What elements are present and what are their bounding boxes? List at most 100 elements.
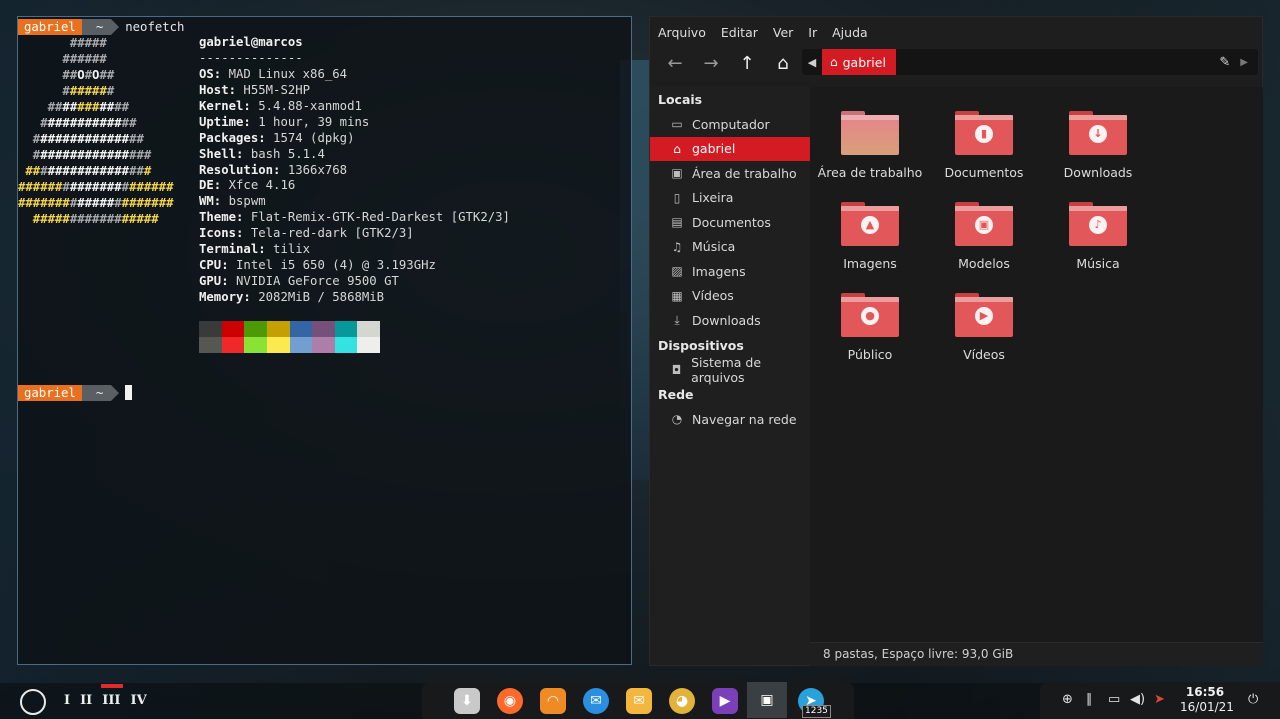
logo-line: #################: [18, 163, 188, 179]
info-key: Kernel:: [199, 98, 251, 113]
mail-icon[interactable]: ✉: [626, 688, 652, 714]
pidgin-icon[interactable]: ◕: [669, 688, 695, 714]
chevron-left-icon[interactable]: ◀: [802, 56, 822, 69]
volume-icon[interactable]: ◀): [1130, 692, 1145, 707]
palette-swatch: [289, 321, 313, 337]
folder-item[interactable]: ♪ Música: [1041, 188, 1155, 274]
sidebar-item-documentos[interactable]: ▤ Documentos: [650, 210, 810, 235]
sidebar-item-downloads[interactable]: ⤓ Downloads: [650, 308, 810, 333]
folder-label: Documentos: [944, 165, 1024, 180]
info-row: Resolution: 1366x768: [199, 163, 510, 179]
sidebar-item-imagens[interactable]: ▨ Imagens: [650, 259, 810, 284]
add-icon[interactable]: ⊕: [1062, 692, 1073, 707]
logo-segment: #: [18, 148, 41, 162]
info-key: Terminal:: [199, 242, 266, 257]
home-icon: ⌂: [673, 141, 681, 156]
notification-icon[interactable]: ➤: [1154, 692, 1165, 707]
arrow-forward-icon[interactable]: →: [696, 49, 726, 77]
folder-item[interactable]: Área de trabalho: [813, 97, 927, 183]
sidebar-item-label: Área de trabalho: [692, 165, 797, 181]
prompt-command: neofetch: [125, 19, 185, 34]
logo-segment: ##: [99, 68, 115, 82]
logo-segment: #: [121, 180, 130, 194]
attach-icon[interactable]: ∥: [1086, 692, 1093, 707]
sidebar-item-música[interactable]: ♫ Música: [650, 235, 810, 260]
folder-item[interactable]: ▶ Vídeos: [927, 279, 1041, 365]
folder-label: Música: [1076, 256, 1120, 271]
folder-item[interactable]: ● Público: [813, 279, 927, 365]
clock[interactable]: 16:56 16/01/21: [1180, 685, 1234, 715]
sidebar-item-navegar-na-rede[interactable]: ◔ Navegar na rede: [650, 407, 810, 432]
logo-segment: ##: [129, 132, 144, 146]
location-bar[interactable]: ◀ ⌂ gabriel ✎ ▶: [802, 49, 1258, 75]
ascii-logo: ##### ###### ##O#O## ####### ###########…: [18, 35, 188, 227]
firefox-icon[interactable]: ◉: [497, 688, 523, 714]
prompt-user: gabriel: [18, 18, 90, 35]
thunderbird-icon[interactable]: ✉: [583, 688, 609, 714]
palette-swatch: [221, 321, 245, 337]
folder-label: Modelos: [958, 256, 1010, 271]
folder-item[interactable]: ↓ Downloads: [1041, 97, 1155, 183]
logo-segment: #: [62, 180, 70, 194]
logo-segment: #: [143, 164, 152, 178]
logo-line: ################: [18, 147, 188, 163]
power-icon[interactable]: ⏻: [1248, 692, 1258, 707]
logo-segment: #: [84, 68, 93, 82]
sidebar-item-label: Lixeira: [692, 190, 734, 206]
desktop-folder-icon: [841, 111, 899, 155]
arrow-back-icon[interactable]: ←: [660, 49, 690, 77]
launcher-icon[interactable]: [20, 689, 46, 715]
folder-label: Vídeos: [963, 347, 1005, 362]
sidebar-item-sistema-de-arquivos[interactable]: ◘ Sistema de arquivos: [650, 355, 810, 385]
edit-icon[interactable]: ✎: [1219, 55, 1230, 70]
sidebar-item-vídeos[interactable]: ▦ Vídeos: [650, 284, 810, 309]
terminal-prompt-active[interactable]: gabriel ~: [18, 384, 133, 401]
terminal-window[interactable]: gabriel ~ neofetch ##### ###### ##O#O## …: [17, 16, 632, 665]
terminal-icon[interactable]: ▣: [747, 682, 787, 718]
menu-editar[interactable]: Editar: [721, 25, 758, 40]
menu-ajuda[interactable]: Ajuda: [832, 25, 868, 40]
sidebar-item-lixeira[interactable]: ▯ Lixeira: [650, 186, 810, 211]
rss-icon[interactable]: ◠: [540, 688, 566, 714]
workspace-4[interactable]: IV: [131, 693, 147, 708]
folder-item[interactable]: ▣ Modelos: [927, 188, 1041, 274]
logo-line: #######: [18, 83, 188, 99]
home-icon[interactable]: ⌂: [768, 49, 798, 77]
logo-segment: #####: [121, 212, 159, 226]
downloads-folder-icon: ↓: [1069, 111, 1127, 155]
info-value: H55M-S2HP: [236, 82, 311, 97]
file-manager-window[interactable]: Arquivo Editar Ver Ir Ajuda ← → ↑ ⌂ ◀ ⌂ gabr…: [649, 16, 1263, 666]
download-icon: ⤓: [674, 312, 680, 327]
breadcrumb[interactable]: ⌂ gabriel: [822, 49, 896, 75]
arrow-up-icon[interactable]: ↑: [732, 49, 762, 77]
computer-icon: ▭: [671, 117, 683, 132]
logo-segment: ##: [99, 100, 115, 114]
info-key: Theme:: [199, 210, 244, 225]
chevron-right-icon[interactable]: ▶: [1240, 57, 1248, 68]
sidebar-item-área-de-trabalho[interactable]: ▣ Área de trabalho: [650, 161, 810, 186]
window-icon[interactable]: ▭: [1108, 692, 1120, 707]
folder-item[interactable]: ▲ Imagens: [813, 188, 927, 274]
workspace-1[interactable]: I: [64, 693, 70, 708]
workspace-2[interactable]: II: [80, 693, 92, 708]
logo-line: ######: [18, 51, 188, 67]
sidebar-item-computador[interactable]: ▭ Computador: [650, 112, 810, 137]
logo-segment: #######: [69, 212, 122, 226]
menu-ir[interactable]: Ir: [808, 25, 817, 40]
installer-icon[interactable]: ⬇: [454, 688, 480, 714]
folder-item[interactable]: ▮ Documentos: [927, 97, 1041, 183]
templates-folder-icon: ▣: [955, 202, 1013, 246]
logo-segment: ##: [121, 116, 137, 130]
file-view[interactable]: Área de trabalho ▮ Documentos ↓ Downloads ▲ Im…: [810, 87, 1263, 642]
info-value: NVIDIA GeForce 9500 GT: [228, 274, 399, 289]
workspace-3[interactable]: III: [102, 693, 120, 708]
sidebar-item-gabriel[interactable]: ⌂ gabriel: [650, 136, 810, 161]
media-player-icon[interactable]: ▶: [712, 688, 738, 714]
palette-swatch: [357, 321, 380, 337]
info-row: Theme: Flat-Remix-GTK-Red-Darkest [GTK2/…: [199, 210, 510, 226]
folder-label: Público: [847, 347, 893, 362]
menu-arquivo[interactable]: Arquivo: [658, 25, 706, 40]
menu-ver[interactable]: Ver: [773, 25, 793, 40]
info-value: bspwm: [221, 194, 266, 209]
logo-line: #############: [18, 115, 188, 131]
